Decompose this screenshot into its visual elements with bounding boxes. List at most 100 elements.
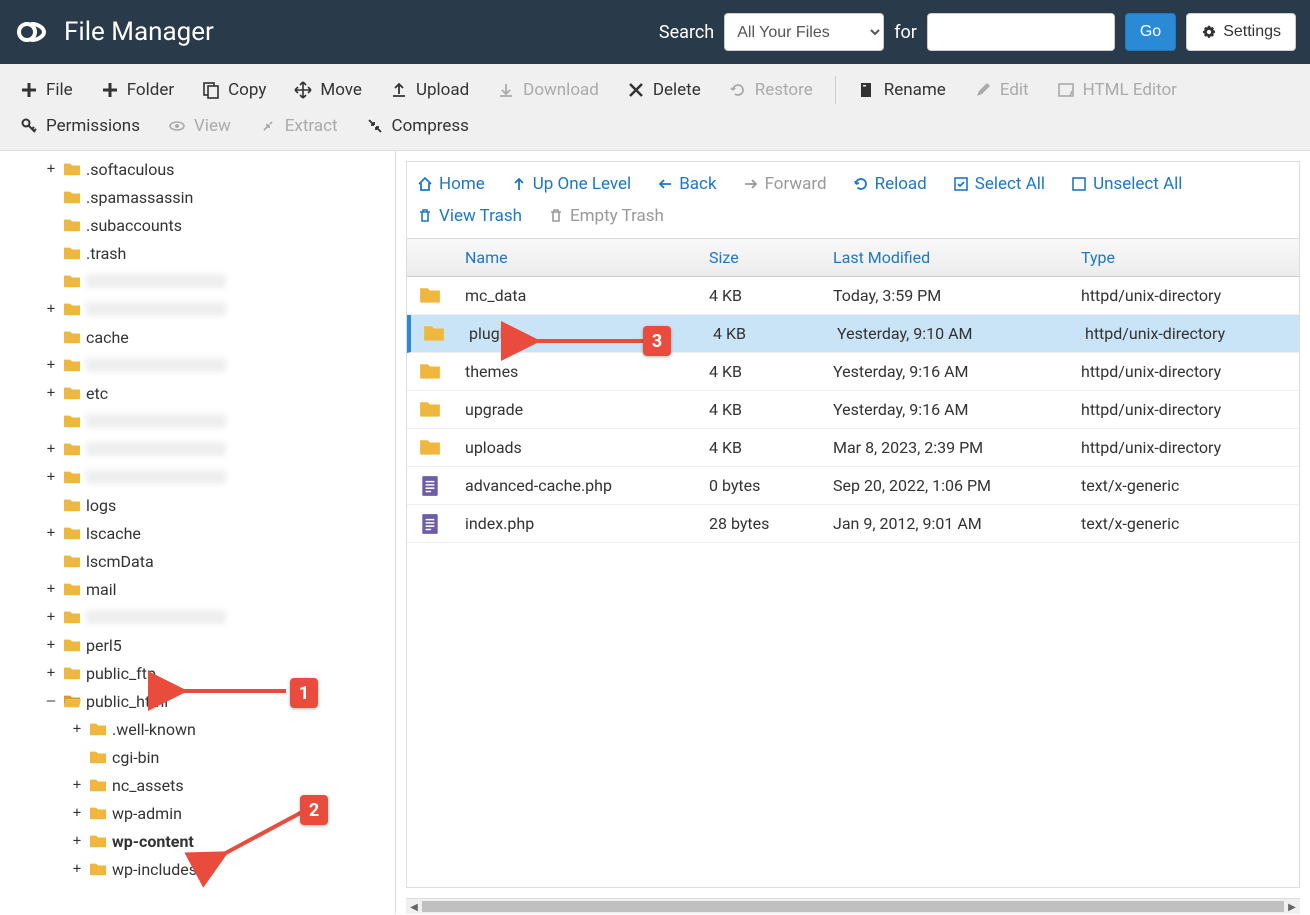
html-editor-button[interactable]: HTML Editor bbox=[1043, 72, 1191, 108]
table-row[interactable]: advanced-cache.php0 bytesSep 20, 2022, 1… bbox=[407, 467, 1299, 505]
folder-icon bbox=[62, 273, 82, 289]
tree-item[interactable]: + bbox=[4, 351, 395, 379]
table-row[interactable]: index.php28 bytesJan 9, 2012, 9:01 AMtex… bbox=[407, 505, 1299, 543]
back-button[interactable]: Back bbox=[657, 170, 716, 198]
scroll-right-icon[interactable]: ▶ bbox=[1284, 899, 1300, 915]
delete-button[interactable]: Delete bbox=[613, 72, 715, 108]
table-body[interactable]: mc_data4 KBToday, 3:59 PMhttpd/unix-dire… bbox=[407, 277, 1299, 887]
expander-icon[interactable]: + bbox=[70, 861, 84, 877]
forward-icon bbox=[743, 176, 759, 192]
expander-icon[interactable]: + bbox=[44, 637, 58, 653]
download-icon bbox=[497, 81, 515, 99]
expander-icon[interactable]: + bbox=[44, 525, 58, 541]
tree-item[interactable]: +etc bbox=[4, 379, 395, 407]
search-input[interactable] bbox=[927, 13, 1115, 51]
search-scope-select[interactable]: All Your Files bbox=[724, 13, 884, 51]
tree-item[interactable]: +lscache bbox=[4, 519, 395, 547]
col-name[interactable]: Name bbox=[453, 248, 697, 267]
tree-item[interactable]: +.spamassassin bbox=[4, 183, 395, 211]
folder-icon bbox=[62, 385, 82, 401]
tree-item[interactable]: + bbox=[4, 407, 395, 435]
tree-item[interactable]: +wp-admin bbox=[4, 799, 395, 827]
file-size: 28 bytes bbox=[697, 514, 821, 533]
view-button[interactable]: View bbox=[154, 108, 245, 144]
tree-item[interactable]: +nc_assets bbox=[4, 771, 395, 799]
tree-item[interactable]: + bbox=[4, 603, 395, 631]
folder-button[interactable]: Folder bbox=[87, 72, 188, 108]
home-button[interactable]: Home bbox=[417, 170, 485, 198]
extract-button[interactable]: Extract bbox=[245, 108, 352, 144]
download-button[interactable]: Download bbox=[483, 72, 613, 108]
tree-item[interactable]: +.well-known bbox=[4, 715, 395, 743]
expander-icon[interactable]: + bbox=[44, 469, 58, 485]
settings-button[interactable]: Settings bbox=[1186, 13, 1296, 51]
expander-icon[interactable]: + bbox=[70, 721, 84, 737]
table-row[interactable]: upgrade4 KBYesterday, 9:16 AMhttpd/unix-… bbox=[407, 391, 1299, 429]
home-icon bbox=[417, 176, 433, 192]
col-type[interactable]: Type bbox=[1069, 248, 1299, 267]
delete-icon bbox=[627, 81, 645, 99]
expander-icon[interactable]: – bbox=[44, 693, 58, 709]
tree-item[interactable]: +.softaculous bbox=[4, 155, 395, 183]
up-button[interactable]: Up One Level bbox=[511, 170, 631, 198]
reload-button[interactable]: Reload bbox=[853, 170, 927, 198]
scroll-thumb[interactable] bbox=[422, 901, 1284, 912]
empty-trash-button[interactable]: Empty Trash bbox=[548, 202, 664, 230]
go-button[interactable]: Go bbox=[1125, 13, 1176, 51]
move-button[interactable]: Move bbox=[280, 72, 376, 108]
tree-item[interactable]: + bbox=[4, 267, 395, 295]
horizontal-scrollbar[interactable]: ◀ ▶ bbox=[406, 898, 1300, 914]
expander-icon[interactable]: + bbox=[44, 581, 58, 597]
permissions-button[interactable]: Permissions bbox=[6, 108, 154, 144]
folder-icon bbox=[419, 437, 441, 459]
scroll-left-icon[interactable]: ◀ bbox=[406, 899, 422, 915]
file-size: 4 KB bbox=[697, 400, 821, 419]
edit-button[interactable]: Edit bbox=[960, 72, 1043, 108]
expander-icon[interactable]: + bbox=[70, 833, 84, 849]
tree-item[interactable]: + bbox=[4, 435, 395, 463]
tree-item[interactable]: +.subaccounts bbox=[4, 211, 395, 239]
expander-icon[interactable]: + bbox=[70, 805, 84, 821]
tree-item[interactable]: +lscmData bbox=[4, 547, 395, 575]
rename-button[interactable]: Rename bbox=[844, 72, 960, 108]
tree-label: .subaccounts bbox=[86, 216, 182, 235]
tree-item[interactable]: + wp-content bbox=[4, 827, 395, 855]
expander-icon[interactable]: + bbox=[44, 161, 58, 177]
view-trash-button[interactable]: View Trash bbox=[417, 202, 522, 230]
permissions-icon bbox=[20, 117, 38, 135]
expander-icon[interactable]: + bbox=[44, 665, 58, 681]
col-modified[interactable]: Last Modified bbox=[821, 248, 1069, 267]
expander-icon[interactable]: + bbox=[70, 777, 84, 793]
tree-item[interactable]: +perl5 bbox=[4, 631, 395, 659]
file-button[interactable]: File bbox=[6, 72, 87, 108]
copy-button[interactable]: Copy bbox=[188, 72, 280, 108]
toolbar: File Folder Copy Move Upload Download De… bbox=[0, 64, 1310, 151]
compress-button[interactable]: Compress bbox=[352, 108, 483, 144]
tree-item[interactable]: +.trash bbox=[4, 239, 395, 267]
tree-item[interactable]: + bbox=[4, 295, 395, 323]
tree-label: wp-content bbox=[112, 832, 194, 851]
tree-item[interactable]: +mail bbox=[4, 575, 395, 603]
expander-icon[interactable]: + bbox=[44, 357, 58, 373]
table-row[interactable]: uploads4 KBMar 8, 2023, 2:39 PMhttpd/uni… bbox=[407, 429, 1299, 467]
tree-label bbox=[86, 470, 226, 484]
forward-button[interactable]: Forward bbox=[743, 170, 827, 198]
upload-button[interactable]: Upload bbox=[376, 72, 483, 108]
tree-item[interactable]: +cache bbox=[4, 323, 395, 351]
tree-item[interactable]: +cgi-bin bbox=[4, 743, 395, 771]
tree-item[interactable]: +logs bbox=[4, 491, 395, 519]
expander-icon[interactable]: + bbox=[44, 385, 58, 401]
tree-item[interactable]: +wp-includes bbox=[4, 855, 395, 883]
folder-icon bbox=[62, 413, 82, 429]
table-row[interactable]: mc_data4 KBToday, 3:59 PMhttpd/unix-dire… bbox=[407, 277, 1299, 315]
table-row[interactable]: themes4 KBYesterday, 9:16 AMhttpd/unix-d… bbox=[407, 353, 1299, 391]
tree-item[interactable]: + bbox=[4, 463, 395, 491]
unselect-all-button[interactable]: Unselect All bbox=[1071, 170, 1182, 198]
expander-icon[interactable]: + bbox=[44, 301, 58, 317]
folder-tree[interactable]: +.softaculous+.spamassassin+.subaccounts… bbox=[0, 151, 395, 914]
expander-icon[interactable]: + bbox=[44, 609, 58, 625]
col-size[interactable]: Size bbox=[697, 248, 821, 267]
restore-button[interactable]: Restore bbox=[715, 72, 827, 108]
expander-icon[interactable]: + bbox=[44, 441, 58, 457]
select-all-button[interactable]: Select All bbox=[953, 170, 1045, 198]
